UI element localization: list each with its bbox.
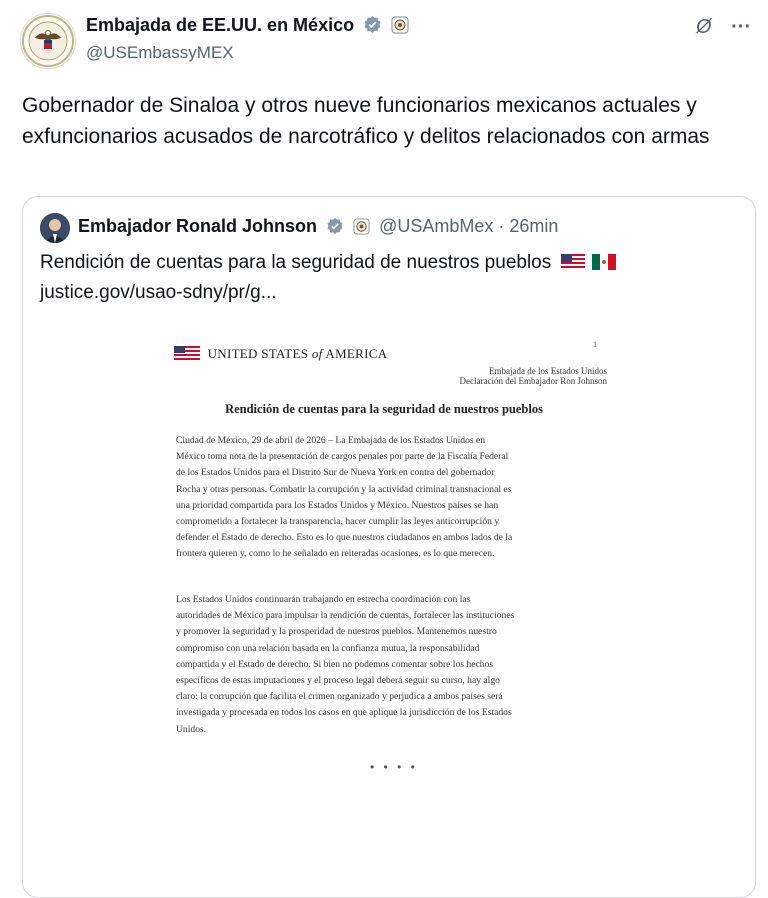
author-name-row: Embajada de EE.UU. en México bbox=[86, 15, 409, 39]
document-line: Los Estados Unidos continuarán trabajand… bbox=[176, 594, 471, 605]
seal-badge-icon bbox=[353, 218, 370, 240]
document-line: autoridades de México para impulsar la r… bbox=[176, 610, 515, 622]
document-office: Embajada de los Estados Unidos Declaraci… bbox=[400, 366, 607, 386]
document-line: compromiso con una relación basada en la… bbox=[176, 642, 480, 654]
document-line: comprometido a fortalecer la transparenc… bbox=[176, 516, 500, 528]
document-line: Ciudad de México, 29 de abril de 2026 – … bbox=[176, 435, 486, 446]
verified-badge-icon bbox=[363, 15, 382, 39]
tweet-text: Gobernador de Sinaloa y otros nueve func… bbox=[22, 94, 710, 148]
document-paragraph-1: Ciudad de México, 29 de abril de 2026 – … bbox=[176, 433, 606, 563]
verified-badge-icon bbox=[326, 217, 344, 240]
document-office-line2: Declaración del Embajador Ron Johnson bbox=[459, 376, 607, 386]
document-line: y promover la seguridad y la prosperidad… bbox=[176, 626, 497, 638]
document-line: defender el Estado de derecho. Esto es l… bbox=[176, 532, 513, 544]
author-avatar[interactable] bbox=[20, 13, 76, 69]
document-line: Rocha y otras personas. Combatir la corr… bbox=[176, 483, 512, 495]
document-line: México toma nota de la presentación de c… bbox=[176, 451, 509, 463]
ambassador-photo-icon bbox=[40, 213, 70, 243]
document-office-line1: Embajada de los Estados Unidos bbox=[489, 366, 607, 376]
quote-author-avatar[interactable] bbox=[40, 213, 70, 243]
more-options-icon[interactable]: ··· bbox=[731, 16, 751, 38]
document-line: una prioridad compartida para los Estado… bbox=[176, 499, 499, 511]
mexico-flag-emoji-icon bbox=[591, 251, 616, 279]
quote-author-row: Embajador Ronald Johnson @USAmbMex · 26m… bbox=[78, 216, 558, 240]
document-line: frontera quieren y, como lo he señalado … bbox=[176, 548, 495, 560]
document-line: Unidos. bbox=[176, 723, 207, 735]
document-line: específicos de estas imputaciones y el p… bbox=[176, 675, 500, 687]
document-header: UNITED STATES of AMERICA bbox=[174, 346, 387, 364]
quote-text: Rendición de cuentas para la seguridad d… bbox=[40, 249, 740, 307]
us-flag-emoji-icon bbox=[560, 251, 585, 279]
quote-author-handle-time[interactable]: @USAmbMex · 26min bbox=[379, 216, 558, 236]
document-header-text: UNITED STATES of AMERICA bbox=[207, 346, 388, 361]
author-handle[interactable]: @USEmbassyMEX bbox=[86, 43, 234, 63]
document-line: compartida y el Estado de derecho. Si bi… bbox=[176, 658, 494, 670]
embassy-seal-icon bbox=[22, 15, 74, 67]
header-actions: Ø ··· bbox=[696, 16, 751, 39]
document-line: claro: la corrupción que facilita el cri… bbox=[176, 691, 503, 703]
grok-icon[interactable]: Ø bbox=[696, 16, 712, 38]
quote-line1: Rendición de cuentas para la seguridad d… bbox=[40, 252, 552, 273]
us-flag-icon bbox=[174, 346, 200, 364]
document-paragraph-2: Los Estados Unidos continuarán trabajand… bbox=[176, 592, 606, 738]
document-line: de los Estados Unidos para el Distrito S… bbox=[176, 467, 495, 479]
quote-author-name[interactable]: Embajador Ronald Johnson bbox=[78, 216, 317, 236]
quote-link[interactable]: justice.gov/usao-sdny/pr/g... bbox=[40, 282, 277, 303]
seal-badge-icon bbox=[391, 16, 409, 39]
document-dots: • • • • bbox=[370, 760, 418, 774]
document-title: Rendición de cuentas para la seguridad d… bbox=[225, 402, 543, 416]
document-line: investigada y procesada en todos los cas… bbox=[176, 707, 512, 719]
author-name[interactable]: Embajada de EE.UU. en México bbox=[86, 15, 354, 35]
document-page-number: 1 bbox=[593, 340, 597, 349]
